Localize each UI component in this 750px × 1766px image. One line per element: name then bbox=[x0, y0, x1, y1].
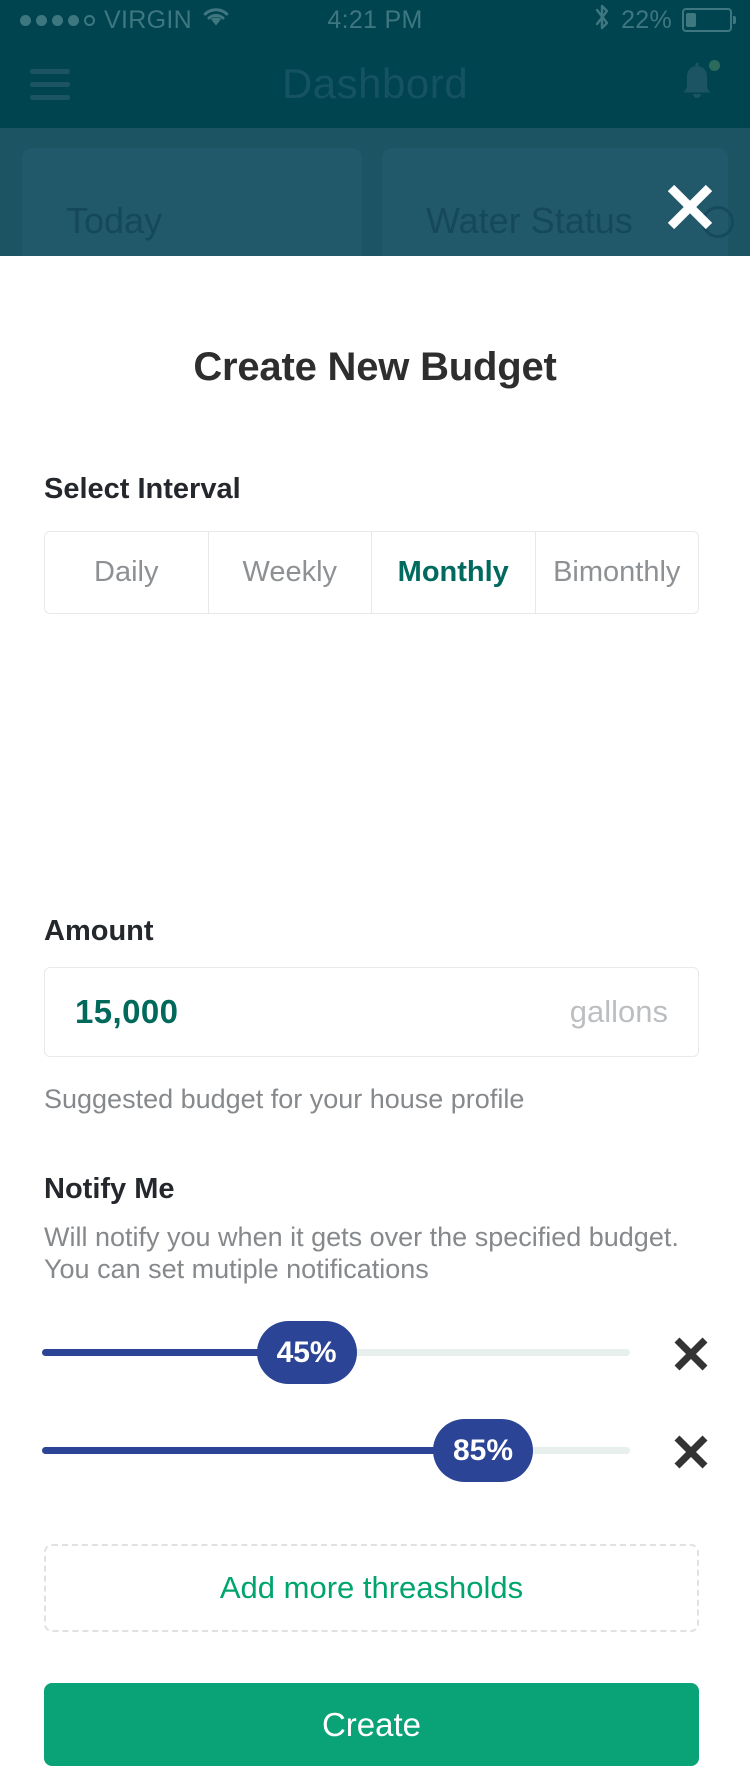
threshold-slider-track[interactable]: 45% bbox=[42, 1321, 630, 1384]
close-modal-button[interactable] bbox=[658, 175, 722, 239]
page-title: Dashbord bbox=[281, 60, 469, 107]
battery-percent: 22% bbox=[621, 5, 672, 34]
amount-unit-label: gallons bbox=[569, 994, 668, 1029]
close-x-icon bbox=[674, 1337, 708, 1371]
interval-option-monthly[interactable]: Monthly bbox=[372, 532, 536, 613]
app-navbar: Dashbord bbox=[0, 40, 750, 128]
amount-hint-text: Suggested budget for your house profile bbox=[44, 1084, 525, 1114]
threshold-slider-thumb[interactable]: 45% bbox=[256, 1321, 357, 1384]
add-threshold-button[interactable]: Add more threasholds bbox=[44, 1544, 699, 1632]
threshold-slider-track[interactable]: 85% bbox=[42, 1419, 630, 1482]
modal-title: Create New Budget bbox=[193, 345, 557, 389]
notification-dot bbox=[709, 60, 720, 71]
battery-icon bbox=[682, 8, 736, 32]
bluetooth-icon bbox=[593, 2, 611, 39]
interval-option-daily[interactable]: Daily bbox=[45, 532, 209, 613]
dashboard-body: Today Water Status bbox=[0, 128, 750, 256]
delete-threshold-button[interactable] bbox=[670, 1431, 712, 1473]
interval-option-bimonthly[interactable]: Bimonthly bbox=[535, 532, 698, 613]
status-bar-right: 22% bbox=[593, 2, 736, 39]
background-card-title: Water Status bbox=[426, 200, 633, 241]
interval-segmented-control[interactable]: Daily Weekly Monthly Bimonthly bbox=[44, 531, 699, 614]
dashboard-backdrop: Today Water Status VIRGIN 4:21 PM 22% Da… bbox=[0, 0, 750, 256]
bell-icon[interactable] bbox=[674, 60, 720, 108]
threshold-slider-thumb[interactable]: 85% bbox=[433, 1419, 533, 1482]
hamburger-menu-icon[interactable] bbox=[30, 68, 70, 100]
close-x-icon bbox=[667, 184, 713, 230]
background-card-today: Today bbox=[22, 148, 362, 256]
create-budget-button[interactable]: Create bbox=[44, 1683, 699, 1766]
threshold-slider-row: 45% bbox=[0, 1319, 750, 1389]
threshold-slider-row: 85% bbox=[0, 1417, 750, 1487]
amount-value[interactable]: 15,000 bbox=[75, 993, 178, 1031]
background-card-title: Today bbox=[66, 200, 163, 241]
amount-input-field[interactable]: 15,000 gallons bbox=[44, 967, 699, 1057]
status-bar: VIRGIN 4:21 PM 22% bbox=[0, 0, 750, 40]
create-budget-modal: Create New Budget Select Interval Daily … bbox=[0, 256, 750, 1766]
delete-threshold-button[interactable] bbox=[670, 1333, 712, 1375]
notify-description: Will notify you when it gets over the sp… bbox=[44, 1222, 679, 1284]
close-x-icon bbox=[674, 1435, 708, 1469]
select-interval-label: Select Interval bbox=[44, 473, 241, 505]
interval-option-weekly[interactable]: Weekly bbox=[208, 532, 372, 613]
threshold-slider-fill bbox=[42, 1447, 483, 1454]
notify-me-label: Notify Me bbox=[44, 1173, 175, 1205]
amount-label: Amount bbox=[44, 915, 154, 947]
